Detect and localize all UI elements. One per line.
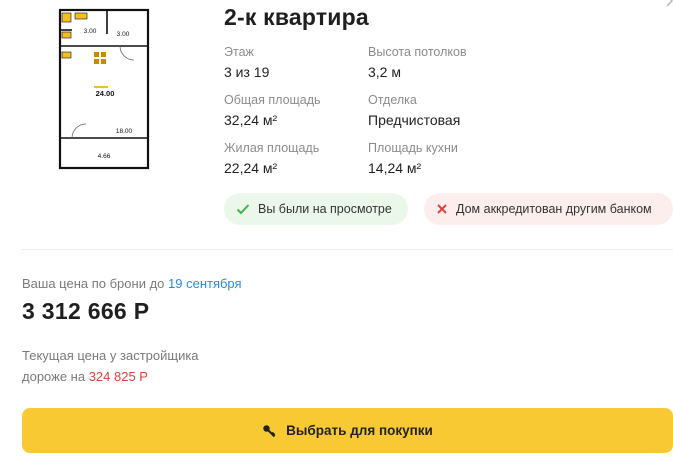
room-a-label: 3.00 [84,28,97,35]
reserve-prefix: Ваша цена по брони до [22,276,165,291]
listing-title: 2-к квартира [224,4,369,30]
spec-finish: Отделка Предчистовая [368,92,460,130]
room-b-label: 3.00 [117,31,130,38]
balcony-label: 4.66 [98,153,111,160]
accredited-badge-label: Дом аккредитован другим банком [456,202,652,216]
price-difference: 324 825 Р [88,369,148,384]
spec-label: Жилая площадь [224,141,320,155]
check-icon [236,204,250,215]
spec-value: 3 из 19 [224,64,270,80]
spec-value: 32,24 м² [224,112,278,128]
spec-label: Отделка [368,93,417,107]
spec-label: Высота потолков [368,45,467,59]
viewed-badge: Вы были на просмотре [224,193,408,225]
spec-label: Площадь кухни [368,141,458,155]
price-value: 3 312 666 Р [22,298,150,324]
spec-value: 14,24 м² [368,160,422,176]
close-icon [437,204,447,214]
spec-label: Общая площадь [224,93,321,107]
reserve-date: 19 сентября [168,276,242,291]
spec-value: Предчистовая [368,112,461,128]
viewed-badge-label: Вы были на просмотре [258,202,392,216]
spec-floor: Этаж 3 из 19 [224,44,269,82]
spec-living-area: Жилая площадь 22,24 м² [224,140,319,178]
spec-label: Этаж [224,45,254,59]
spec-value: 22,24 м² [224,160,278,176]
developer-price-note: Текущая цена у застройщика дороже на 324… [22,345,199,387]
note-prefix: дороже на [22,369,86,384]
buy-button-label: Выбрать для покупки [286,423,433,438]
key-icon [263,424,276,437]
spec-total-area: Общая площадь 32,24 м² [224,92,321,130]
chevron-right-icon[interactable] [663,0,673,8]
main-room-label: 24.00 [96,89,115,98]
room-c-label: 18.00 [116,128,133,135]
select-for-purchase-button[interactable]: Выбрать для покупки [22,408,673,453]
accredited-badge: Дом аккредитован другим банком [424,193,673,225]
note-line: Текущая цена у застройщика [22,348,199,363]
spec-value: 3,2 м [368,64,401,80]
divider [22,249,673,250]
spec-ceiling-height: Высота потолков 3,2 м [368,44,467,82]
reserve-deadline: Ваша цена по брони до 19 сентября [22,276,242,291]
floor-plan-image: 3.00 3.00 24.00 18.00 4.66 [58,8,150,170]
spec-kitchen-area: Площадь кухни 14,24 м² [368,140,458,178]
